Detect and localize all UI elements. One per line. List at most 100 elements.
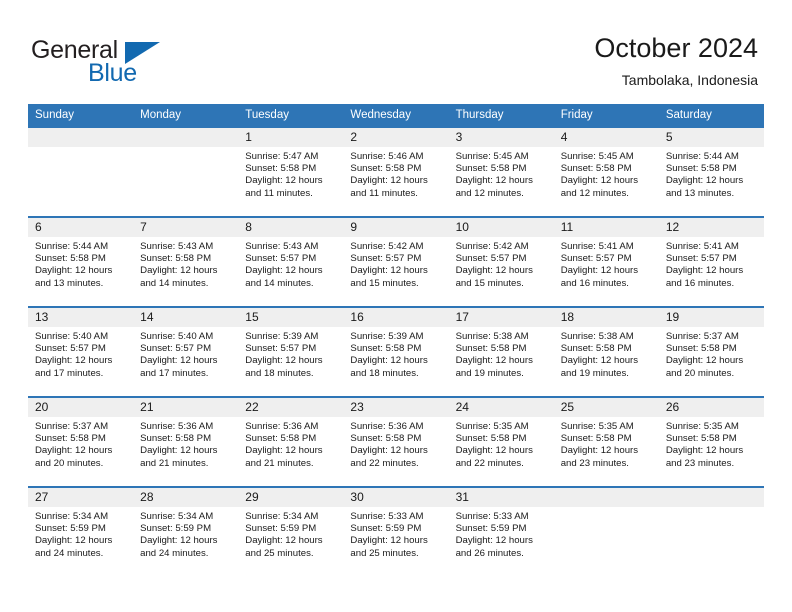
day-cell-inner: 29 Sunrise: 5:34 AM Sunset: 5:59 PM Dayligh… bbox=[238, 488, 344, 576]
calendar-day-cell[interactable]: 7 Sunrise: 5:43 AM Sunset: 5:58 PM Daylight… bbox=[133, 216, 239, 307]
calendar-day-cell[interactable]: 24 Sunrise: 5:35 AM Sunset: 5:58 PM Dayligh… bbox=[448, 396, 554, 487]
daylight-duration-line2: and 25 minutes. bbox=[245, 547, 314, 559]
calendar-day-cell[interactable]: 14 Sunrise: 5:40 AM Sunset: 5:57 PM Dayligh… bbox=[133, 306, 239, 397]
sunset-time: Sunset: 5:58 PM bbox=[665, 433, 737, 445]
calendar-day-cell[interactable]: 21 Sunrise: 5:36 AM Sunset: 5:58 PM Dayligh… bbox=[133, 396, 239, 487]
sunrise-time: Sunrise: 5:45 AM bbox=[560, 151, 634, 162]
day-sun-info: Sunrise: 5:35 AM Sunset: 5:58 PM Daylight:… bbox=[659, 417, 764, 470]
day-number: 23 bbox=[343, 398, 449, 417]
calendar-day-cell[interactable]: 3 Sunrise: 5:45 AM Sunset: 5:58 PM Daylight… bbox=[448, 126, 554, 217]
calendar-day-cell[interactable]: 8 Sunrise: 5:43 AM Sunset: 5:57 PM Daylight… bbox=[238, 216, 344, 307]
calendar-day-cell[interactable]: 22 Sunrise: 5:36 AM Sunset: 5:58 PM Dayligh… bbox=[238, 396, 344, 487]
sunset-time: Sunset: 5:58 PM bbox=[455, 163, 527, 175]
day-number: 24 bbox=[448, 398, 554, 417]
calendar-day-cell[interactable]: 1 Sunrise: 5:47 AM Sunset: 5:58 PM Daylight… bbox=[238, 126, 344, 217]
calendar-day-cell[interactable]: 6 Sunrise: 5:44 AM Sunset: 5:58 PM Daylight… bbox=[28, 216, 134, 307]
weekday-header-tuesday: Tuesday bbox=[238, 104, 344, 127]
day-sun-info: Sunrise: 5:39 AM Sunset: 5:57 PM Daylight:… bbox=[238, 327, 343, 380]
daylight-duration-line1: Daylight: 12 hours bbox=[350, 535, 428, 547]
daylight-duration-line2: and 19 minutes. bbox=[560, 367, 629, 379]
sunset-time: Sunset: 5:58 PM bbox=[455, 343, 527, 355]
daylight-duration-line1: Daylight: 12 hours bbox=[245, 265, 323, 277]
sunset-time: Sunset: 5:57 PM bbox=[665, 253, 737, 265]
calendar-day-cell[interactable]: 31 Sunrise: 5:33 AM Sunset: 5:59 PM Dayligh… bbox=[448, 486, 554, 577]
calendar-day-cell[interactable]: 17 Sunrise: 5:38 AM Sunset: 5:58 PM Dayligh… bbox=[448, 306, 554, 397]
daylight-duration-line1: Daylight: 12 hours bbox=[350, 265, 428, 277]
page-header: General Blue October 2024 Tambolaka, Ind… bbox=[0, 0, 792, 96]
daylight-duration-line1: Daylight: 12 hours bbox=[560, 445, 639, 457]
daylight-duration-line1: Daylight: 12 hours bbox=[455, 535, 533, 547]
calendar-day-cell[interactable]: 12 Sunrise: 5:41 AM Sunset: 5:57 PM Dayligh… bbox=[658, 216, 764, 307]
calendar-day-cell[interactable]: 27 Sunrise: 5:34 AM Sunset: 5:59 PM Dayligh… bbox=[28, 486, 134, 577]
day-number: 31 bbox=[448, 488, 554, 507]
weekday-header-saturday: Saturday bbox=[658, 104, 764, 127]
calendar-day-cell[interactable]: 23 Sunrise: 5:36 AM Sunset: 5:58 PM Dayligh… bbox=[343, 396, 449, 487]
day-sun-info: Sunrise: 5:43 AM Sunset: 5:57 PM Daylight:… bbox=[238, 237, 343, 290]
day-cell-inner: 26 Sunrise: 5:35 AM Sunset: 5:58 PM Dayligh… bbox=[658, 398, 764, 486]
day-number bbox=[28, 128, 134, 147]
day-number: 8 bbox=[238, 218, 344, 237]
day-number: 25 bbox=[553, 398, 659, 417]
calendar-day-cell[interactable]: 29 Sunrise: 5:34 AM Sunset: 5:59 PM Dayligh… bbox=[238, 486, 344, 577]
day-cell-inner: 1 Sunrise: 5:47 AM Sunset: 5:58 PM Daylight… bbox=[238, 128, 344, 216]
calendar-day-cell[interactable]: 18 Sunrise: 5:38 AM Sunset: 5:58 PM Dayligh… bbox=[553, 306, 659, 397]
day-sun-info: Sunrise: 5:35 AM Sunset: 5:58 PM Daylight:… bbox=[554, 417, 659, 470]
sunrise-time: Sunrise: 5:43 AM bbox=[140, 241, 214, 252]
day-cell-inner: 4 Sunrise: 5:45 AM Sunset: 5:58 PM Daylight… bbox=[553, 128, 659, 216]
sunrise-time: Sunrise: 5:41 AM bbox=[560, 241, 634, 252]
sunset-time: Sunset: 5:58 PM bbox=[560, 433, 632, 445]
sunrise-time: Sunrise: 5:43 AM bbox=[245, 241, 319, 252]
calendar-page: General Blue October 2024 Tambolaka, Ind… bbox=[0, 0, 792, 612]
daylight-duration-line1: Daylight: 12 hours bbox=[455, 175, 533, 187]
calendar-day-cell[interactable]: 10 Sunrise: 5:42 AM Sunset: 5:57 PM Dayligh… bbox=[448, 216, 554, 307]
day-cell-inner: 28 Sunrise: 5:34 AM Sunset: 5:59 PM Dayligh… bbox=[133, 488, 239, 576]
calendar-day-cell[interactable]: 11 Sunrise: 5:41 AM Sunset: 5:57 PM Dayligh… bbox=[553, 216, 659, 307]
day-cell-inner: 25 Sunrise: 5:35 AM Sunset: 5:58 PM Dayligh… bbox=[553, 398, 659, 486]
day-sun-info: Sunrise: 5:45 AM Sunset: 5:58 PM Daylight:… bbox=[449, 147, 554, 200]
calendar-day-cell[interactable]: 28 Sunrise: 5:34 AM Sunset: 5:59 PM Dayligh… bbox=[133, 486, 239, 577]
sunrise-time: Sunrise: 5:36 AM bbox=[140, 421, 214, 432]
calendar-day-cell[interactable]: 13 Sunrise: 5:40 AM Sunset: 5:57 PM Dayligh… bbox=[28, 306, 134, 397]
calendar-day-cell[interactable]: 20 Sunrise: 5:37 AM Sunset: 5:58 PM Dayligh… bbox=[28, 396, 134, 487]
sunset-time: Sunset: 5:58 PM bbox=[140, 433, 212, 445]
day-cell-inner: 18 Sunrise: 5:38 AM Sunset: 5:58 PM Dayligh… bbox=[553, 308, 659, 396]
daylight-duration-line1: Daylight: 12 hours bbox=[245, 355, 323, 367]
day-sun-info: Sunrise: 5:37 AM Sunset: 5:58 PM Daylight:… bbox=[659, 327, 764, 380]
daylight-duration-line1: Daylight: 12 hours bbox=[665, 265, 744, 277]
day-cell-inner: 22 Sunrise: 5:36 AM Sunset: 5:58 PM Dayligh… bbox=[238, 398, 344, 486]
calendar-day-cell[interactable]: 19 Sunrise: 5:37 AM Sunset: 5:58 PM Dayligh… bbox=[658, 306, 764, 397]
sunset-time: Sunset: 5:58 PM bbox=[350, 433, 422, 445]
sunset-time: Sunset: 5:59 PM bbox=[35, 523, 106, 535]
sunrise-time: Sunrise: 5:39 AM bbox=[350, 331, 424, 342]
calendar-day-cell[interactable]: 9 Sunrise: 5:42 AM Sunset: 5:57 PM Daylight… bbox=[343, 216, 449, 307]
day-sun-info: Sunrise: 5:35 AM Sunset: 5:58 PM Daylight:… bbox=[449, 417, 554, 470]
daylight-duration-line2: and 11 minutes. bbox=[245, 187, 313, 199]
general-blue-logo: General Blue bbox=[31, 36, 211, 88]
sunset-time: Sunset: 5:57 PM bbox=[245, 343, 317, 355]
calendar-day-cell[interactable]: 4 Sunrise: 5:45 AM Sunset: 5:58 PM Daylight… bbox=[553, 126, 659, 217]
day-sun-info: Sunrise: 5:41 AM Sunset: 5:57 PM Daylight:… bbox=[554, 237, 659, 290]
sunset-time: Sunset: 5:57 PM bbox=[455, 253, 527, 265]
day-number: 17 bbox=[448, 308, 554, 327]
day-sun-info: Sunrise: 5:36 AM Sunset: 5:58 PM Daylight:… bbox=[343, 417, 448, 470]
calendar-day-cell[interactable]: 30 Sunrise: 5:33 AM Sunset: 5:59 PM Dayligh… bbox=[343, 486, 449, 577]
sunset-time: Sunset: 5:58 PM bbox=[455, 433, 527, 445]
calendar-day-cell[interactable]: 26 Sunrise: 5:35 AM Sunset: 5:58 PM Dayligh… bbox=[658, 396, 764, 487]
calendar-day-cell[interactable]: 2 Sunrise: 5:46 AM Sunset: 5:58 PM Daylight… bbox=[343, 126, 449, 217]
day-sun-info: Sunrise: 5:40 AM Sunset: 5:57 PM Daylight:… bbox=[133, 327, 238, 380]
calendar-day-cell[interactable]: 15 Sunrise: 5:39 AM Sunset: 5:57 PM Dayligh… bbox=[238, 306, 344, 397]
calendar-day-cell[interactable]: 5 Sunrise: 5:44 AM Sunset: 5:58 PM Daylight… bbox=[658, 126, 764, 217]
calendar-week-row: 6 Sunrise: 5:44 AM Sunset: 5:58 PM Daylight… bbox=[28, 216, 764, 307]
daylight-duration-line2: and 23 minutes. bbox=[665, 457, 735, 469]
sunset-time: Sunset: 5:58 PM bbox=[560, 163, 632, 175]
weekday-header-wednesday: Wednesday bbox=[343, 104, 449, 127]
sunrise-time: Sunrise: 5:37 AM bbox=[35, 421, 109, 432]
calendar-day-cell[interactable]: 25 Sunrise: 5:35 AM Sunset: 5:58 PM Dayligh… bbox=[553, 396, 659, 487]
sunrise-time: Sunrise: 5:37 AM bbox=[665, 331, 739, 342]
calendar-day-cell[interactable]: 16 Sunrise: 5:39 AM Sunset: 5:58 PM Dayligh… bbox=[343, 306, 449, 397]
daylight-duration-line2: and 24 minutes. bbox=[140, 547, 209, 559]
day-number: 30 bbox=[343, 488, 449, 507]
day-sun-info: Sunrise: 5:45 AM Sunset: 5:58 PM Daylight:… bbox=[554, 147, 659, 200]
day-sun-info: Sunrise: 5:42 AM Sunset: 5:57 PM Daylight:… bbox=[343, 237, 448, 290]
sunset-time: Sunset: 5:58 PM bbox=[350, 343, 422, 355]
